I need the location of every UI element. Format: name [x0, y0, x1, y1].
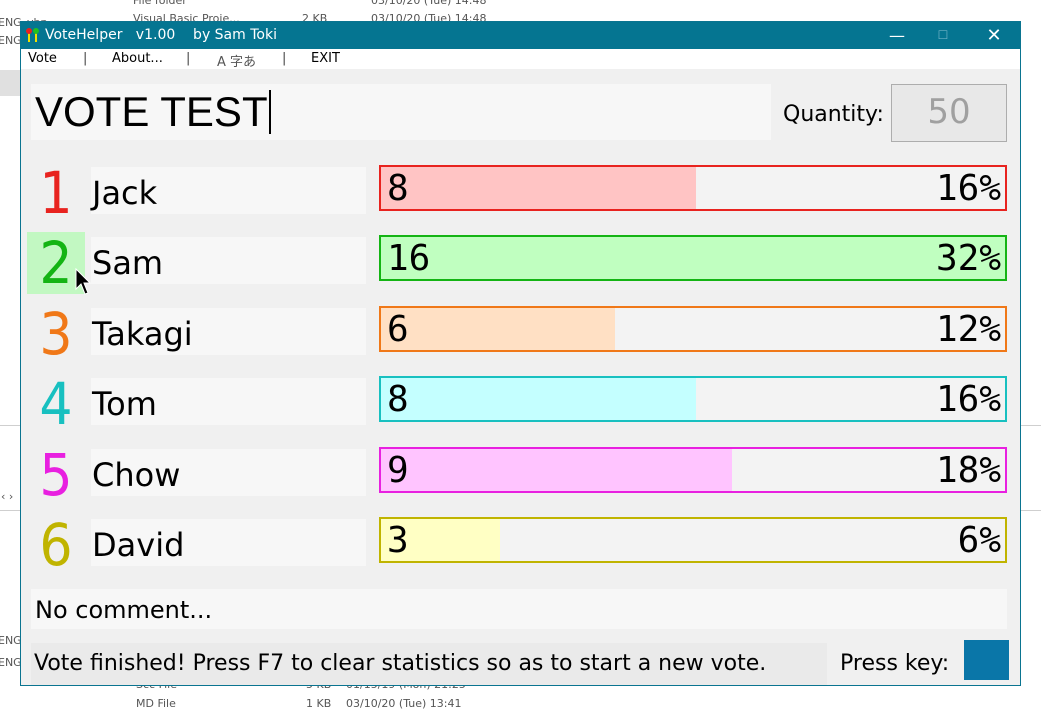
- background-text: ‹ ›: [1, 490, 14, 503]
- background-text: 03/10/20 (Tue) 14:48: [371, 0, 487, 7]
- vote-bar: 16 32%: [379, 235, 1007, 281]
- vote-count: 6: [387, 309, 409, 350]
- vote-bar-fill: [381, 237, 1005, 279]
- menu-separator: |: [282, 51, 287, 66]
- vote-bar-fill: [381, 167, 697, 209]
- vote-title-text: VOTE TEST: [35, 88, 268, 135]
- background-text: 1 KB: [306, 697, 332, 710]
- candidate-number[interactable]: 3: [27, 303, 85, 365]
- minimize-button[interactable]: —: [874, 22, 920, 49]
- candidate-number[interactable]: 4: [27, 373, 85, 435]
- vote-bar-fill: [381, 308, 615, 350]
- candidate-name-input[interactable]: Tom: [91, 378, 366, 425]
- background-text: ENG: [0, 34, 22, 47]
- candidate-row[interactable]: 6 David 3 6%: [21, 514, 1020, 576]
- candidate-name-input[interactable]: Chow: [91, 449, 366, 496]
- vote-count: 3: [387, 520, 409, 561]
- candidate-row[interactable]: 5 Chow 9 18%: [21, 444, 1020, 506]
- background-text: ENG: [0, 634, 22, 647]
- votehelper-window: VoteHelper v1.00 by Sam Toki — ☐ ✕ Vote …: [20, 21, 1021, 686]
- candidate-name-input[interactable]: Jack: [91, 167, 366, 214]
- background-divider: [1021, 510, 1041, 511]
- candidate-number[interactable]: 1: [27, 162, 85, 224]
- press-key-indicator[interactable]: [964, 640, 1009, 680]
- status-message: Vote finished! Press F7 to clear statist…: [31, 643, 827, 685]
- background-text: File folder: [133, 0, 187, 7]
- candidate-number[interactable]: 5: [27, 444, 85, 506]
- close-button[interactable]: ✕: [971, 22, 1017, 49]
- app-icon: [26, 28, 39, 42]
- vote-count: 16: [387, 238, 431, 279]
- vote-bar: 9 18%: [379, 447, 1007, 493]
- vote-percent: 12%: [935, 309, 1001, 350]
- title-bar[interactable]: VoteHelper v1.00 by Sam Toki — ☐ ✕: [21, 22, 1020, 49]
- candidate-name-input[interactable]: David: [91, 519, 366, 566]
- background-divider: [0, 510, 20, 511]
- background-selection-strip: [0, 70, 20, 96]
- candidate-row[interactable]: 1 Jack 8 16%: [21, 162, 1020, 224]
- window-title: VoteHelper v1.00 by Sam Toki: [45, 27, 277, 43]
- vote-title-input[interactable]: VOTE TEST: [31, 84, 771, 140]
- mouse-cursor-icon: [75, 268, 91, 295]
- menu-about[interactable]: About...: [112, 51, 163, 66]
- candidate-row[interactable]: 3 Takagi 6 12%: [21, 303, 1020, 365]
- quantity-label: Quantity:: [783, 102, 884, 127]
- vote-percent: 16%: [935, 168, 1001, 209]
- text-caret: [268, 89, 271, 134]
- vote-percent: 16%: [935, 379, 1001, 420]
- vote-percent: 32%: [935, 238, 1001, 279]
- vote-bar: 3 6%: [379, 517, 1007, 563]
- candidate-row[interactable]: 2 Sam 16 32%: [21, 232, 1020, 294]
- vote-percent: 6%: [957, 520, 1001, 561]
- vote-bar: 6 12%: [379, 306, 1007, 352]
- vote-percent: 18%: [935, 450, 1001, 491]
- menu-exit[interactable]: EXIT: [311, 51, 340, 66]
- vote-count: 9: [387, 450, 409, 491]
- vote-count: 8: [387, 379, 409, 420]
- vote-bar-fill: [381, 378, 697, 420]
- vote-bar-fill: [381, 449, 733, 491]
- background-text: MD File: [136, 697, 176, 710]
- background-divider: [1021, 425, 1041, 426]
- quantity-input[interactable]: 50: [891, 84, 1007, 142]
- candidate-row[interactable]: 4 Tom 8 16%: [21, 373, 1020, 435]
- press-key-label: Press key:: [840, 651, 950, 676]
- vote-bar: 8 16%: [379, 376, 1007, 422]
- maximize-button[interactable]: ☐: [920, 22, 966, 49]
- background-text: 03/10/20 (Tue) 13:41: [346, 697, 462, 710]
- background-text: ENG: [0, 16, 22, 29]
- menu-separator: |: [83, 51, 88, 66]
- candidate-name-input[interactable]: Sam: [91, 237, 366, 284]
- menu-separator: |: [186, 51, 191, 66]
- menu-bar: Vote | About... | A 字あ | EXIT: [21, 49, 1020, 70]
- candidate-number[interactable]: 6: [27, 514, 85, 576]
- background-divider: [0, 425, 20, 426]
- menu-vote[interactable]: Vote: [28, 51, 57, 66]
- vote-count: 8: [387, 168, 409, 209]
- background-text: ENG: [0, 656, 22, 669]
- candidate-name-input[interactable]: Takagi: [91, 308, 366, 355]
- comment-field[interactable]: No comment...: [31, 589, 1007, 629]
- vote-bar: 8 16%: [379, 165, 1007, 211]
- menu-language[interactable]: A 字あ: [217, 51, 256, 70]
